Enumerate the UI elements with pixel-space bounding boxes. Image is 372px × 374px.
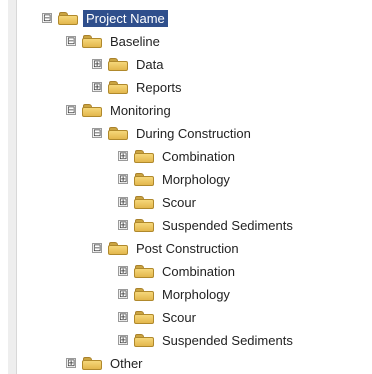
tree-node-reports[interactable]: ⊞ Reports [92, 77, 185, 97]
folder-icon [108, 241, 128, 255]
folder-icon [134, 172, 154, 186]
tree-node-label[interactable]: Morphology [159, 171, 233, 188]
expand-icon[interactable]: ⊞ [118, 197, 128, 208]
expand-icon[interactable]: ⊞ [118, 220, 128, 231]
tree-node-label[interactable]: Project Name [83, 9, 168, 27]
tree-node-post-suspended-sediments[interactable]: ⊞ Suspended Sediments [118, 330, 296, 350]
tree-node-label[interactable]: Reports [133, 79, 185, 96]
tree-node-label[interactable]: Baseline [107, 33, 163, 50]
expand-icon[interactable]: ⊞ [118, 151, 128, 162]
tree-panel: ⊟ Project Name ⊟ Baseline ⊞ Data ⊞ Repor… [0, 0, 372, 374]
collapse-icon[interactable]: ⊟ [66, 105, 76, 116]
tree-node-label[interactable]: Combination [159, 148, 238, 165]
tree-node-label[interactable]: Combination [159, 263, 238, 280]
tree-node-data[interactable]: ⊞ Data [92, 54, 166, 74]
tree-node-monitoring[interactable]: ⊟ Monitoring [66, 100, 174, 120]
collapse-icon[interactable]: ⊟ [92, 128, 102, 139]
tree-node-label[interactable]: Monitoring [107, 102, 174, 119]
folder-icon [108, 57, 128, 71]
collapse-icon[interactable]: ⊟ [92, 243, 102, 254]
collapse-icon[interactable]: ⊟ [66, 36, 76, 47]
folder-icon [82, 34, 102, 48]
tree-node-label[interactable]: Other [107, 355, 146, 372]
folder-icon [134, 218, 154, 232]
folder-icon [134, 333, 154, 347]
tree-node-label[interactable]: Morphology [159, 286, 233, 303]
tree-node-other[interactable]: ⊞ Other [66, 353, 146, 373]
folder-icon [134, 264, 154, 278]
folder-tree: ⊟ Project Name ⊟ Baseline ⊞ Data ⊞ Repor… [0, 0, 360, 374]
tree-node-label[interactable]: Suspended Sediments [159, 217, 296, 234]
folder-icon [82, 356, 102, 370]
folder-icon [108, 80, 128, 94]
expand-icon[interactable]: ⊞ [66, 358, 76, 369]
folder-icon [134, 287, 154, 301]
expand-icon[interactable]: ⊞ [118, 174, 128, 185]
tree-node-post-construction[interactable]: ⊟ Post Construction [92, 238, 242, 258]
expand-icon[interactable]: ⊞ [92, 82, 102, 93]
tree-node-post-scour[interactable]: ⊞ Scour [118, 307, 199, 327]
collapse-icon[interactable]: ⊟ [42, 13, 52, 24]
expand-icon[interactable]: ⊞ [118, 312, 128, 323]
folder-icon [108, 126, 128, 140]
tree-node-label[interactable]: Data [133, 56, 166, 73]
tree-node-post-combination[interactable]: ⊞ Combination [118, 261, 238, 281]
tree-node-label[interactable]: During Construction [133, 125, 254, 142]
folder-icon [82, 103, 102, 117]
expand-icon[interactable]: ⊞ [118, 335, 128, 346]
tree-node-during-combination[interactable]: ⊞ Combination [118, 146, 238, 166]
expand-icon[interactable]: ⊞ [92, 59, 102, 70]
tree-node-during-scour[interactable]: ⊞ Scour [118, 192, 199, 212]
expand-icon[interactable]: ⊞ [118, 266, 128, 277]
tree-node-during-morphology[interactable]: ⊞ Morphology [118, 169, 233, 189]
folder-icon [58, 11, 78, 25]
folder-icon [134, 310, 154, 324]
folder-icon [134, 195, 154, 209]
tree-node-during-suspended-sediments[interactable]: ⊞ Suspended Sediments [118, 215, 296, 235]
tree-node-baseline[interactable]: ⊟ Baseline [66, 31, 163, 51]
tree-node-label[interactable]: Scour [159, 194, 199, 211]
expand-icon[interactable]: ⊞ [118, 289, 128, 300]
tree-node-label[interactable]: Suspended Sediments [159, 332, 296, 349]
tree-node-post-morphology[interactable]: ⊞ Morphology [118, 284, 233, 304]
folder-icon [134, 149, 154, 163]
tree-node-label[interactable]: Post Construction [133, 240, 242, 257]
tree-node-project-name[interactable]: ⊟ Project Name [42, 8, 168, 28]
tree-node-label[interactable]: Scour [159, 309, 199, 326]
tree-node-during-construction[interactable]: ⊟ During Construction [92, 123, 254, 143]
